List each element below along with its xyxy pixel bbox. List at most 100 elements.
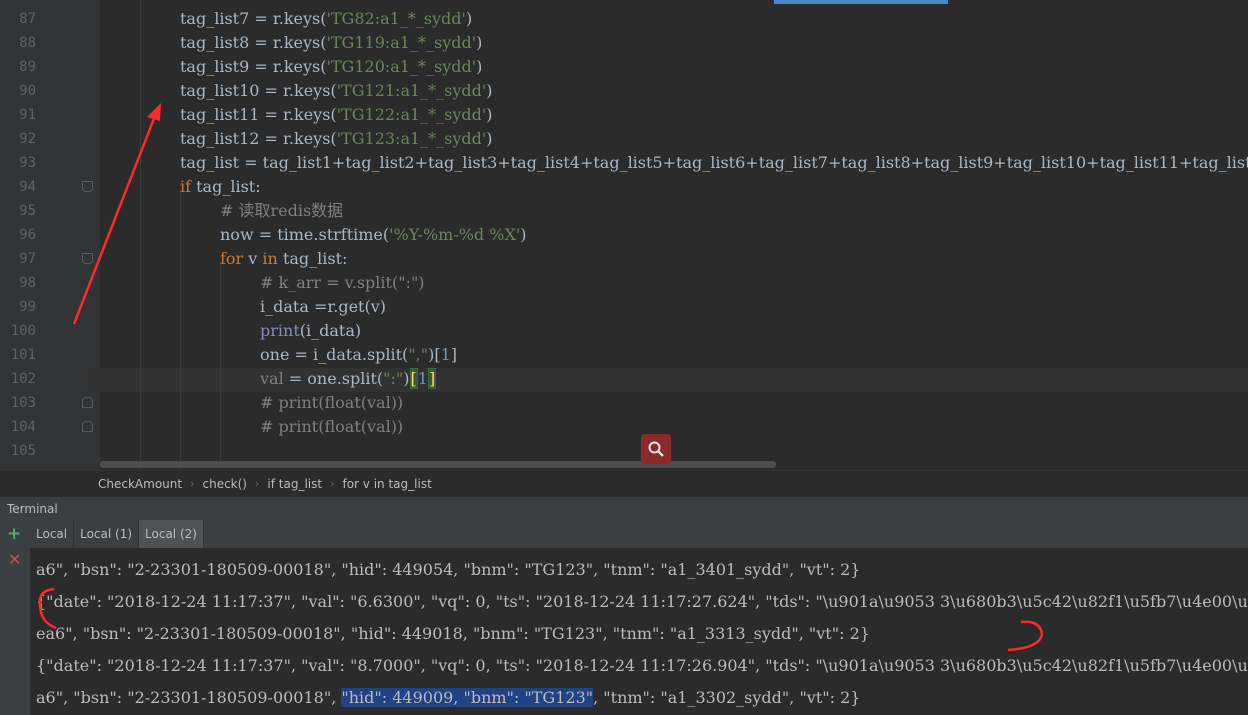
code-token: tag_list8 = r.keys( xyxy=(180,33,327,52)
code-line: tag_list8 = r.keys('TG119:a1_*_sydd') xyxy=(180,31,1248,55)
line-number: 102 xyxy=(10,371,36,387)
tab-local-2[interactable]: Local (2) xyxy=(139,520,204,548)
breadcrumb-item[interactable]: if tag_list xyxy=(267,477,322,491)
line-number: 101 xyxy=(10,347,36,363)
code-token: ) xyxy=(486,105,493,124)
active-tab-indicator xyxy=(774,0,948,4)
line-number: 91 xyxy=(19,107,36,123)
code-token: for xyxy=(220,249,249,268)
text-selection: "hid": 449009, "bnm": "TG123" xyxy=(341,688,594,707)
code-token: now = time.strftime( xyxy=(220,225,390,244)
breadcrumb-item[interactable]: for v in tag_list xyxy=(342,477,431,491)
terminal-output[interactable]: a6", "bsn": "2-23301-180509-00018", "hid… xyxy=(30,548,1248,715)
code-line: # print(float(val)) xyxy=(260,415,1248,439)
tab-local-1[interactable]: Local (1) xyxy=(74,520,140,548)
chevron-right-icon: › xyxy=(330,477,335,490)
code-token: 'TG82:a1_*_sydd' xyxy=(326,9,466,28)
code-line: # 读取redis数据 xyxy=(220,199,1248,223)
code-line: for v in tag_list: xyxy=(220,247,1248,271)
code-token: # print(float(val)) xyxy=(260,393,404,412)
breadcrumb: CheckAmount › check() › if tag_list › fo… xyxy=(0,470,1248,496)
code-line: tag_list12 = r.keys('TG123:a1_*_sydd') xyxy=(180,127,1248,151)
terminal-line: a6", "bsn": "2-23301-180509-00018", "hid… xyxy=(36,682,860,714)
code-line: if tag_list: xyxy=(180,175,1248,199)
code-token: # print(float(val)) xyxy=(260,417,404,436)
code-editor[interactable]: 87 88 89 90 91 92 93 94 95 96 97 98 99 100 101 102 103 10… xyxy=(0,0,1248,470)
code-token: '%Y-%m-%d %X' xyxy=(389,225,521,244)
code-token: ) xyxy=(486,129,493,148)
code-token: ] xyxy=(427,368,437,389)
indent-guide xyxy=(220,262,221,462)
horizontal-scrollbar[interactable] xyxy=(100,461,776,468)
code-token: # k_arr = v.split(":") xyxy=(260,273,425,292)
code-token: tag_list9 = r.keys( xyxy=(180,57,327,76)
code-token: 1 xyxy=(440,345,451,364)
code-line: print(i_data) xyxy=(260,319,1248,343)
terminal-line: a6", "bsn": "2-23301-180509-00018", "hid… xyxy=(36,560,861,579)
code-token: one = i_data.split( xyxy=(260,345,409,364)
line-number: 92 xyxy=(19,131,36,147)
indent-guide xyxy=(140,0,141,470)
terminal-text: a6", "bsn": "2-23301-180509-00018", xyxy=(36,688,342,707)
code-token: i_data =r.get(v) xyxy=(260,297,386,316)
code-token: tag_list7 = r.keys( xyxy=(180,9,327,28)
code-token: tag_list: xyxy=(282,249,348,268)
line-number: 95 xyxy=(19,203,36,219)
terminal-line: ea6", "bsn": "2-23301-180509-00018", "hi… xyxy=(36,624,870,643)
line-number: 90 xyxy=(19,83,36,99)
code-token: tag_list10 = r.keys( xyxy=(180,81,337,100)
breadcrumb-item[interactable]: CheckAmount xyxy=(98,477,182,491)
fold-marker-icon[interactable] xyxy=(82,181,93,192)
code-token: 'TG121:a1_*_sydd' xyxy=(336,81,487,100)
code-token: 'TG119:a1_*_sydd' xyxy=(326,33,477,52)
breadcrumb-item[interactable]: check() xyxy=(202,477,247,491)
terminal-line: {"date": "2018-12-24 11:17:37", "val": "… xyxy=(36,592,1248,611)
terminal-line: {"date": "2018-12-24 11:17:37", "val": "… xyxy=(36,656,1248,675)
code-token: 'TG120:a1_*_sydd' xyxy=(326,57,477,76)
line-gutter: 87 88 89 90 91 92 93 94 95 96 97 98 99 100 101 102 103 10… xyxy=(0,0,100,470)
fold-marker-icon[interactable] xyxy=(82,421,93,432)
indent-guide xyxy=(180,190,181,470)
line-number: 104 xyxy=(10,419,36,435)
code-token: v xyxy=(248,249,263,268)
plus-icon[interactable]: + xyxy=(7,526,21,543)
code-line: one = i_data.split(",")[1] xyxy=(260,343,1248,367)
line-number: 94 xyxy=(19,179,36,195)
fold-marker-icon[interactable] xyxy=(82,253,93,264)
line-number: 105 xyxy=(10,443,36,459)
code-line: tag_list10 = r.keys('TG121:a1_*_sydd') xyxy=(180,79,1248,103)
code-token: val xyxy=(260,369,284,388)
line-number: 99 xyxy=(19,299,36,315)
line-number: 87 xyxy=(19,11,36,27)
line-number: 98 xyxy=(19,275,36,291)
line-number: 100 xyxy=(10,323,36,339)
terminal-text: , "tnm": "a1_3302_sydd", "vt": 2} xyxy=(593,688,861,707)
code-line: # k_arr = v.split(":") xyxy=(260,271,1248,295)
code-token: ) xyxy=(476,57,483,76)
code-line: tag_list9 = r.keys('TG120:a1_*_sydd') xyxy=(180,55,1248,79)
code-token: 'TG123:a1_*_sydd' xyxy=(336,129,487,148)
line-number: 103 xyxy=(10,395,36,411)
fold-marker-icon[interactable] xyxy=(82,397,93,408)
code-token: ":" xyxy=(383,369,404,388)
code-token: ] xyxy=(450,345,458,364)
code-token: print xyxy=(260,321,300,340)
code-token: tag_list11 = r.keys( xyxy=(180,105,337,124)
code-token: tag_list12 = r.keys( xyxy=(180,129,337,148)
close-icon[interactable]: ✕ xyxy=(8,552,21,568)
search-button[interactable] xyxy=(641,434,671,464)
code-token: (i_data) xyxy=(299,321,362,340)
code-token: ) xyxy=(403,369,410,388)
code-token: 'TG122:a1_*_sydd' xyxy=(336,105,487,124)
code-line: tag_list7 = r.keys('TG82:a1_*_sydd') xyxy=(180,7,1248,31)
code-token: [ xyxy=(409,368,418,389)
chevron-right-icon: › xyxy=(190,477,195,490)
tab-local[interactable]: Local xyxy=(30,520,75,548)
code-line: i_data =r.get(v) xyxy=(260,295,1248,319)
line-number: 89 xyxy=(19,59,36,75)
line-number: 97 xyxy=(19,251,36,267)
code-token: 1 xyxy=(417,369,428,388)
line-number: 93 xyxy=(19,155,36,171)
code-token: # 读取redis数据 xyxy=(220,201,344,220)
code-line: # print(float(val)) xyxy=(260,391,1248,415)
